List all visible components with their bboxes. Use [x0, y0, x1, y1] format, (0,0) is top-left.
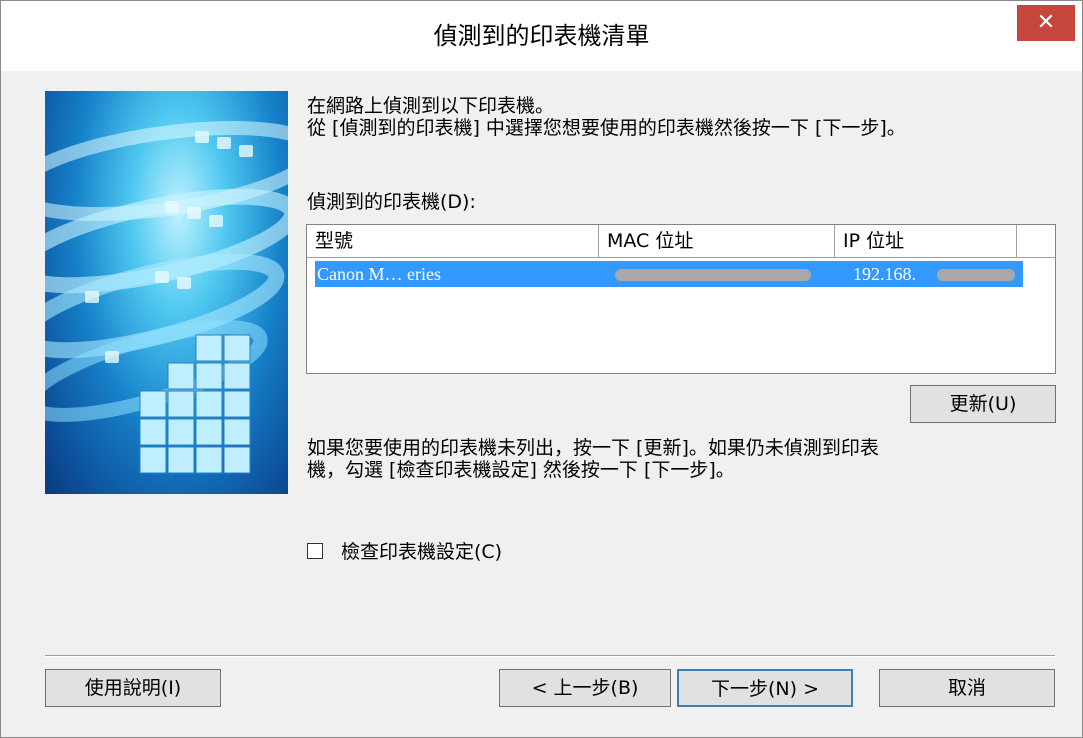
- instruction-line-2: 從 [偵測到的印表機] 中選擇您想要使用的印表機然後按一下 [下一步]。: [307, 117, 906, 139]
- separator: [45, 655, 1055, 657]
- printer-list[interactable]: 型號 MAC 位址 IP 位址 Canon M… eries 192.168.: [306, 224, 1056, 374]
- column-header-model[interactable]: 型號: [307, 225, 599, 257]
- cancel-button[interactable]: 取消: [879, 669, 1055, 707]
- window-title: 偵測到的印表機清單: [433, 22, 650, 50]
- column-header-empty: [1017, 225, 1055, 257]
- refresh-button[interactable]: 更新(U): [910, 385, 1056, 423]
- mac-address-redacted: [615, 269, 811, 281]
- close-icon: ✕: [1036, 10, 1056, 35]
- help-button[interactable]: 使用說明(I): [45, 669, 221, 707]
- printer-banner-image: [45, 91, 288, 494]
- column-header-mac[interactable]: MAC 位址: [599, 225, 835, 257]
- ip-address-redacted: [937, 269, 1015, 281]
- note-line-2: 機，勾選 [檢查印表機設定] 然後按一下 [下一步]。: [307, 459, 735, 481]
- back-button[interactable]: < 上一步(B): [499, 669, 671, 707]
- check-settings-checkbox[interactable]: [307, 543, 323, 559]
- printer-list-label: 偵測到的印表機(D):: [307, 191, 476, 213]
- check-settings-label[interactable]: 檢查印表機設定(C): [341, 541, 502, 563]
- printer-model: Canon M… eries: [317, 264, 441, 284]
- dialog-window: 偵測到的印表機清單 ✕ 在網路上偵測到以下印表機。 從 [偵測到的印表機] 中選…: [0, 0, 1083, 738]
- instruction-line-1: 在網路上偵測到以下印表機。: [307, 95, 555, 117]
- next-button[interactable]: 下一步(N) >: [677, 669, 853, 707]
- title-bar: 偵測到的印表機清單 ✕: [1, 1, 1082, 71]
- note-line-1: 如果您要使用的印表機未列出，按一下 [更新]。如果仍未偵測到印表: [307, 437, 879, 459]
- column-header-ip[interactable]: IP 位址: [835, 225, 1017, 257]
- ip-address: 192.168.: [853, 264, 916, 284]
- table-row[interactable]: Canon M… eries 192.168.: [315, 261, 1023, 287]
- close-button[interactable]: ✕: [1017, 5, 1075, 41]
- list-header: 型號 MAC 位址 IP 位址: [307, 225, 1055, 258]
